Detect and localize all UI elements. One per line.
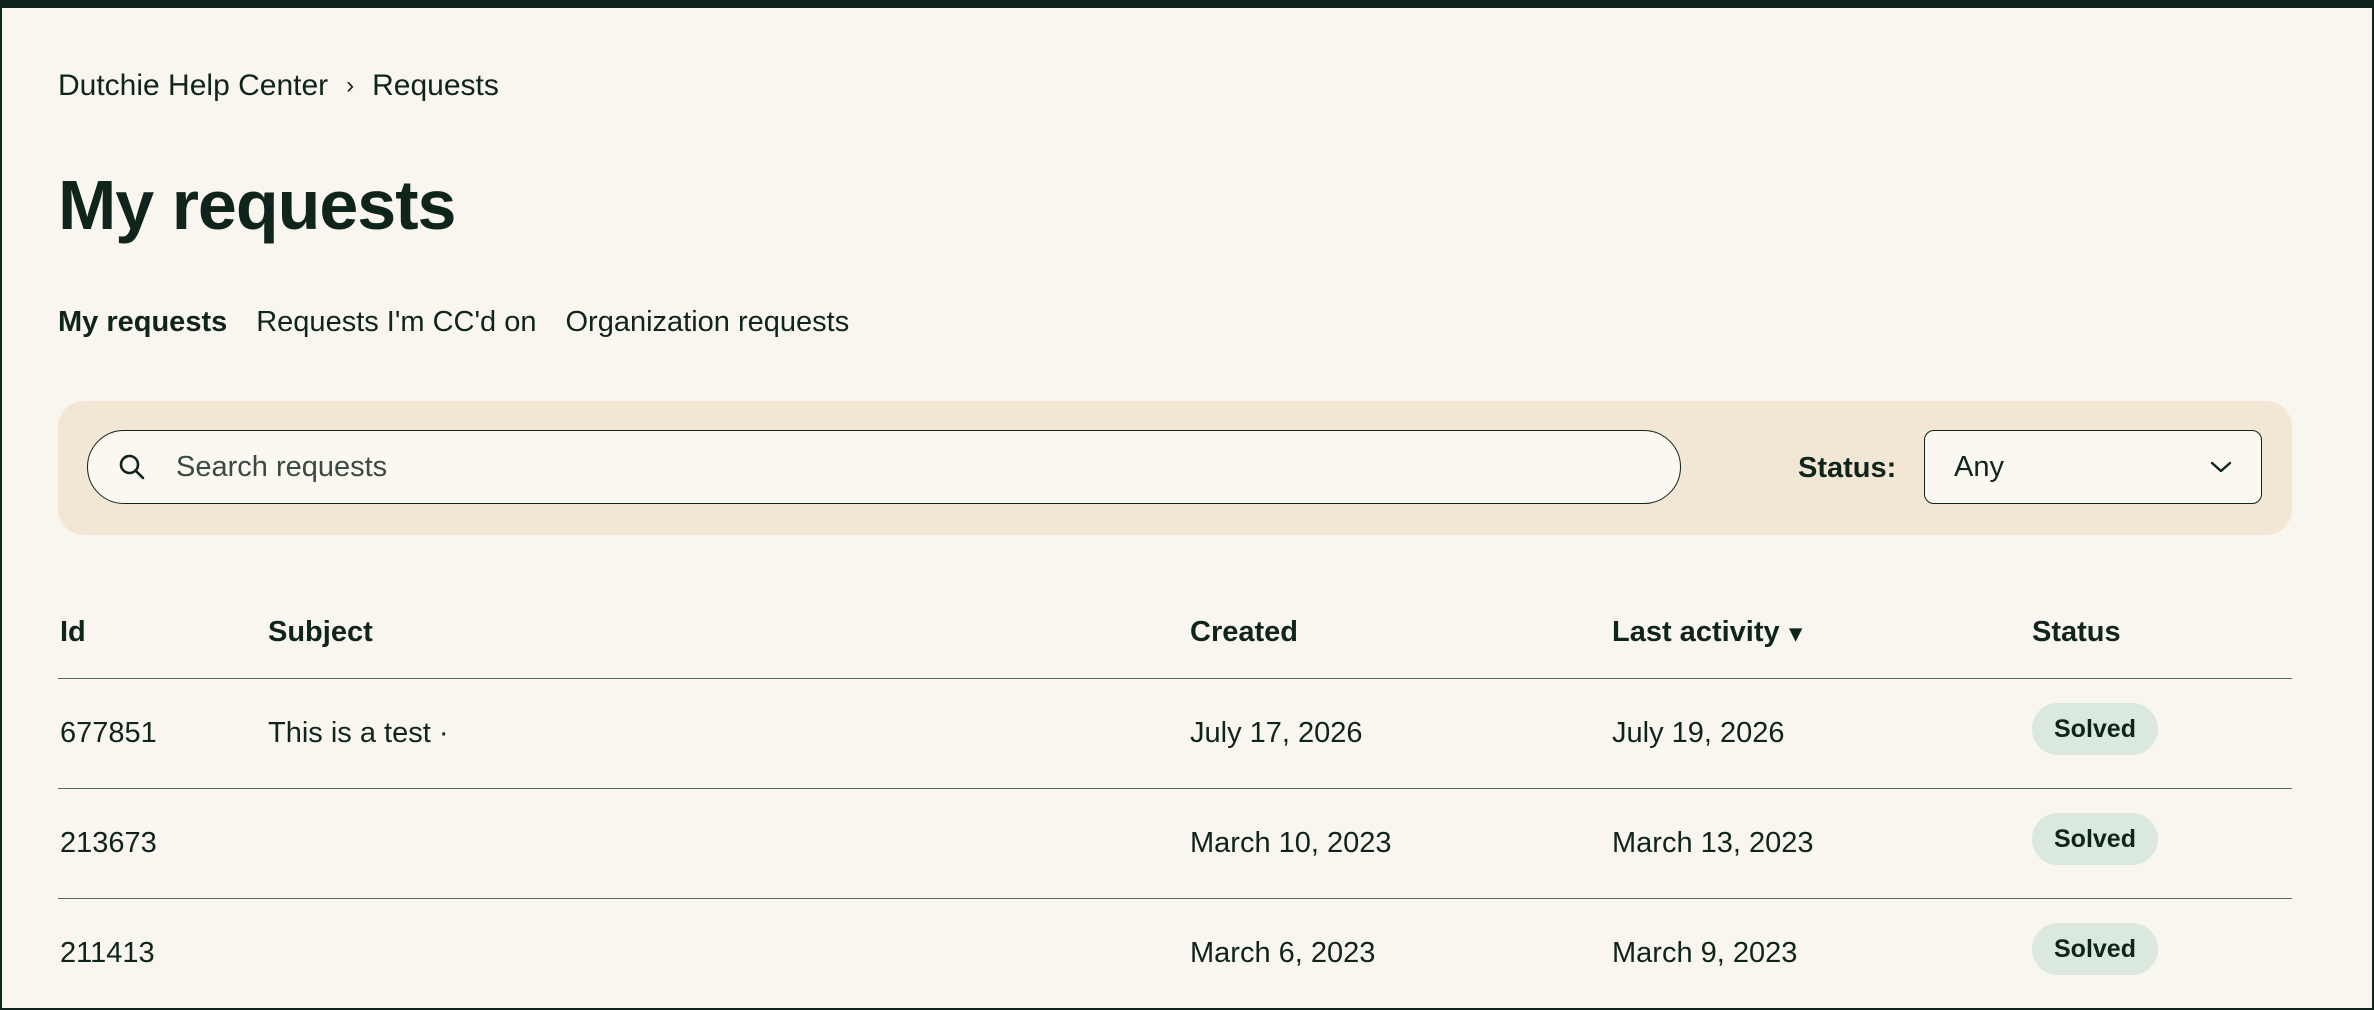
search-icon xyxy=(118,453,146,481)
filter-panel: Status: Any xyxy=(58,401,2292,535)
tab-my-requests[interactable]: My requests xyxy=(58,302,227,342)
status-badge: Solved xyxy=(2032,813,2158,865)
status-badge: Solved xyxy=(2032,923,2158,975)
table-row[interactable]: 211413 March 6, 2023 March 9, 2023 Solve… xyxy=(58,899,2292,1008)
table-row[interactable]: 677851 This is a test · July 17, 2026 Ju… xyxy=(58,679,2292,789)
status-cell: Solved xyxy=(2032,923,2158,975)
request-last-activity-date: March 9, 2023 xyxy=(1612,937,1798,969)
status-badge: Solved xyxy=(2032,703,2158,755)
request-id[interactable]: 211413 xyxy=(60,933,155,973)
status-filter-label: Status: xyxy=(1798,452,1897,484)
column-header-last-activity-label: Last activity xyxy=(1612,616,1780,648)
breadcrumb: Dutchie Help Center › Requests xyxy=(58,66,499,106)
search-input[interactable] xyxy=(174,449,1578,485)
table-header: Id Subject Created Last activity ▾ Status xyxy=(58,586,2292,679)
request-created-date: March 10, 2023 xyxy=(1190,827,1392,859)
column-header-created-label: Created xyxy=(1190,616,1298,648)
request-created-date: March 6, 2023 xyxy=(1190,937,1376,969)
request-created-date: July 17, 2026 xyxy=(1190,717,1363,749)
page-title: My requests xyxy=(58,166,456,244)
tab-cc-requests[interactable]: Requests I'm CC'd on xyxy=(256,302,536,342)
sort-descending-icon: ▾ xyxy=(1789,620,1802,647)
request-subject-link[interactable]: This is a test · xyxy=(268,713,449,753)
top-bar xyxy=(2,0,2372,8)
breadcrumb-separator: › xyxy=(346,72,355,99)
status-select-value: Any xyxy=(1954,450,2004,483)
request-last-activity-date: March 13, 2023 xyxy=(1612,827,1814,859)
requests-table: Id Subject Created Last activity ▾ Status… xyxy=(58,586,2292,1008)
status-cell: Solved xyxy=(2032,703,2158,755)
request-id[interactable]: 213673 xyxy=(60,823,157,863)
table-row[interactable]: 213673 March 10, 2023 March 13, 2023 Sol… xyxy=(58,789,2292,899)
breadcrumb-home-link[interactable]: Dutchie Help Center xyxy=(58,66,328,106)
column-header-status: Status xyxy=(2032,616,2121,648)
request-id[interactable]: 677851 xyxy=(60,713,157,753)
column-header-last-activity[interactable]: Last activity ▾ xyxy=(1612,612,1802,654)
status-cell: Solved xyxy=(2032,813,2158,865)
breadcrumb-current-link[interactable]: Requests xyxy=(372,66,499,106)
request-tabs: My requests Requests I'm CC'd on Organiz… xyxy=(58,302,849,342)
column-header-subject: Subject xyxy=(268,616,373,648)
status-select[interactable]: Any xyxy=(1924,430,2262,504)
tab-organization-requests[interactable]: Organization requests xyxy=(565,302,849,342)
search-box[interactable] xyxy=(87,430,1681,504)
chevron-down-icon xyxy=(2209,460,2233,474)
column-header-created[interactable]: Created xyxy=(1190,612,1298,652)
request-last-activity-date: July 19, 2026 xyxy=(1612,717,1785,749)
column-header-id: Id xyxy=(60,616,86,648)
